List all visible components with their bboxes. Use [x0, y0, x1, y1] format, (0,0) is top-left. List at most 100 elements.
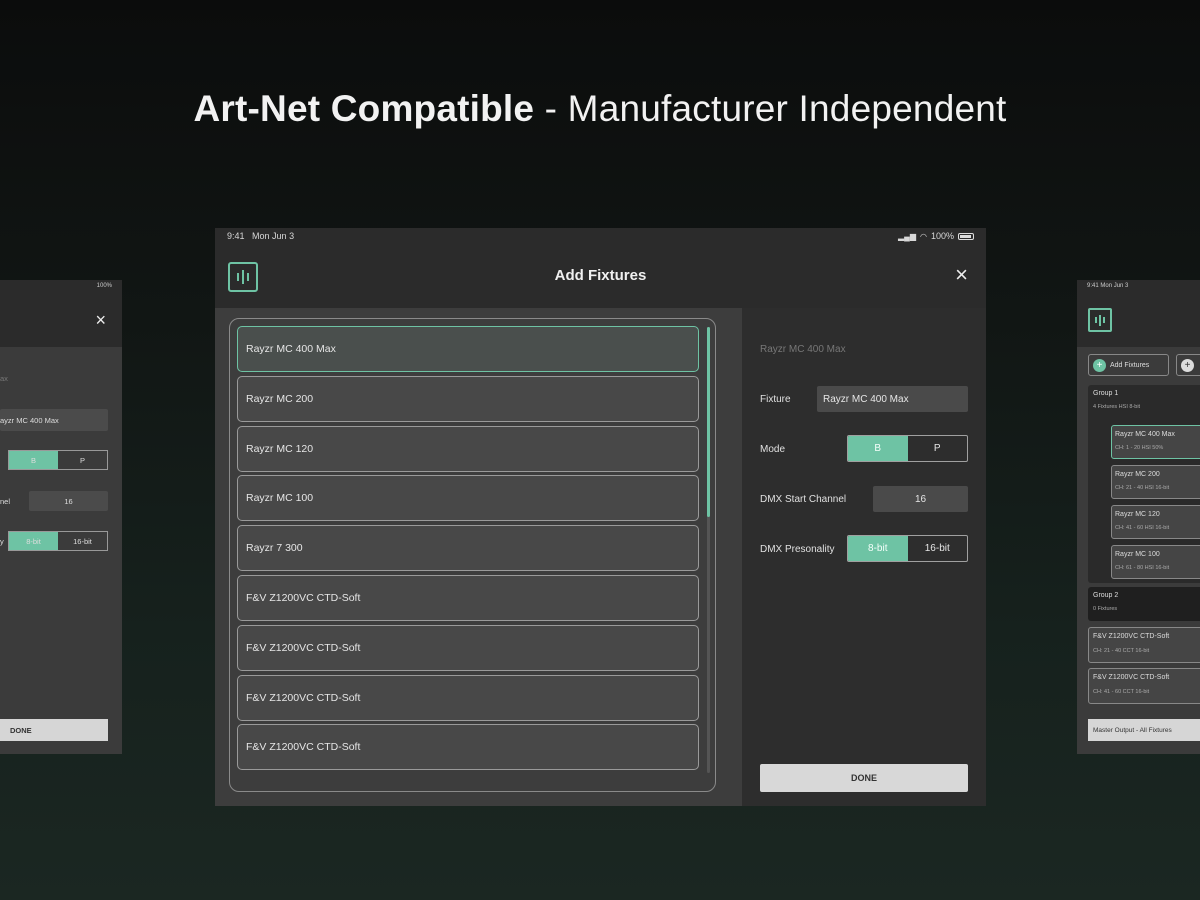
fixture-row[interactable]: Rayzr MC 400 Max: [237, 326, 699, 372]
right-panel: + Add Fixtures + Group 1 4 Fixtures HSI …: [1077, 347, 1200, 754]
fixture-select-value: Rayzr MC 400 Max: [823, 393, 909, 405]
right-status-date: Mon Jun 3: [1100, 283, 1129, 289]
left-fixture-field[interactable]: ayzr MC 400 Max: [0, 409, 108, 431]
dmx-start-value: 16: [914, 493, 927, 505]
fixture-list-frame: Rayzr MC 400 Max Rayzr MC 200 Rayzr MC 1…: [229, 318, 716, 792]
plus-circle-icon: +: [1181, 358, 1194, 372]
dmx-personality-label: DMX Presonality: [760, 544, 835, 555]
right-group1-item-sub: CH: 41 - 60 HSI 16-bit: [1115, 525, 1170, 531]
fixture-row-label: F&V Z1200VC CTD-Soft: [246, 591, 361, 604]
right-status: 9:41 Mon Jun 3: [1087, 283, 1128, 289]
right-master-output-button[interactable]: Master Output - All Fixtures: [1088, 719, 1200, 741]
plus-icon: +: [1093, 358, 1106, 372]
left-mode-p[interactable]: P: [58, 451, 107, 469]
list-scrollbar[interactable]: [707, 327, 710, 773]
left-channel-field[interactable]: 16: [29, 491, 108, 511]
scrollbar-thumb[interactable]: [707, 327, 710, 517]
right-tablet-preview: 9:41 Mon Jun 3 + Add Fixtures + Group 1 …: [1077, 280, 1200, 754]
right-group2-sub: 0 Fixtures: [1093, 606, 1118, 612]
left-done-button[interactable]: DONE: [0, 719, 108, 741]
fixture-row[interactable]: F&V Z1200VC CTD-Soft: [237, 624, 699, 671]
page-title: Add Fixtures: [554, 267, 647, 284]
right-group1-item-sub: CH: 1 - 20 HSI 50%: [1115, 445, 1164, 451]
personality-16bit[interactable]: 16-bit: [908, 536, 968, 561]
fixture-row[interactable]: F&V Z1200VC CTD-Soft: [237, 724, 699, 771]
left-channel-value: 16: [64, 496, 73, 506]
mode-option-p[interactable]: P: [908, 436, 968, 461]
header: Add Fixtures ×: [215, 244, 986, 307]
done-button[interactable]: DONE: [760, 764, 968, 792]
fixture-select[interactable]: Rayzr MC 400 Max: [817, 386, 968, 412]
fixture-label: Fixture: [760, 394, 791, 405]
fixture-row[interactable]: F&V Z1200VC CTD-Soft: [237, 674, 699, 721]
right-add-fixtures-label: Add Fixtures: [1110, 361, 1150, 369]
status-date: Mon Jun 3: [252, 231, 295, 241]
right-group1-title: Group 1: [1093, 390, 1119, 397]
right-add-group-button[interactable]: +: [1176, 354, 1200, 376]
right-fixture-item-sub: CH: 21 - 40 CCT 16-bit: [1093, 648, 1150, 654]
status-time: 9:41: [227, 231, 245, 241]
right-group1-item-sub: CH: 61 - 80 HSI 16-bit: [1115, 565, 1170, 571]
headline: Art-Net Compatible - Manufacturer Indepe…: [0, 88, 1200, 130]
fixture-row-label: F&V Z1200VC CTD-Soft: [246, 641, 361, 654]
left-selected-name: ax: [0, 374, 8, 383]
right-fixture-item-title: F&V Z1200VC CTD-Soft: [1093, 633, 1170, 640]
close-icon[interactable]: ×: [955, 264, 968, 286]
status-bar: 9:41 Mon Jun 3 ▂▄▆ ◠ 100%: [215, 228, 986, 244]
personality-8bit[interactable]: 8-bit: [848, 536, 908, 561]
right-group1-item-title: Rayzr MC 120: [1115, 511, 1160, 518]
dmx-personality-toggle[interactable]: 8-bit 16-bit: [847, 535, 968, 562]
wifi-icon: ◠: [919, 231, 927, 241]
fixture-row-label: Rayzr 7 300: [246, 542, 303, 555]
right-group1-item-sub: CH: 21 - 40 HSI 16-bit: [1115, 485, 1170, 491]
left-pers-16bit[interactable]: 16-bit: [58, 532, 107, 550]
headline-bold: Art-Net Compatible: [193, 88, 535, 129]
left-tablet-preview: 100% × ax ayzr MC 400 Max B P nel 16 y 8…: [0, 280, 122, 754]
fixture-row-label: Rayzr MC 120: [246, 442, 314, 455]
right-group1-item-title: Rayzr MC 400 Max: [1115, 431, 1175, 438]
right-group2-title: Group 2: [1093, 592, 1119, 599]
left-pers-8bit[interactable]: 8-bit: [9, 532, 58, 550]
dmx-start-label: DMX Start Channel: [760, 494, 847, 505]
right-group1-item-title: Rayzr MC 100: [1115, 551, 1160, 558]
right-add-fixtures-button[interactable]: + Add Fixtures: [1088, 354, 1169, 376]
left-close-icon[interactable]: ×: [95, 310, 106, 331]
mode-label: Mode: [760, 444, 786, 455]
fixture-row-label: F&V Z1200VC CTD-Soft: [246, 741, 361, 754]
selected-fixture-name: Rayzr MC 400 Max: [760, 344, 846, 355]
fixture-list: Rayzr MC 400 Max Rayzr MC 200 Rayzr MC 1…: [237, 326, 699, 774]
fixture-row[interactable]: Rayzr MC 200: [237, 375, 699, 422]
left-fixture-value: ayzr MC 400 Max: [0, 415, 59, 425]
battery-icon: [958, 232, 974, 240]
main-tablet: 9:41 Mon Jun 3 ▂▄▆ ◠ 100% Add Fixtures ×…: [215, 228, 986, 806]
fixture-row-label: Rayzr MC 200: [246, 392, 314, 405]
fixture-row[interactable]: Rayzr MC 120: [237, 425, 699, 472]
right-group1-sub: 4 Fixtures HSI 8-bit: [1093, 404, 1141, 410]
right-status-time: 9:41: [1087, 283, 1099, 289]
fixture-row-label: Rayzr MC 400 Max: [246, 343, 336, 355]
right-group1-item-title: Rayzr MC 200: [1115, 471, 1160, 478]
right-fixture-item-sub: CH: 41 - 60 CCT 16-bit: [1093, 689, 1150, 695]
left-panel: ax ayzr MC 400 Max B P nel 16 y 8-bit 16…: [0, 347, 122, 754]
fixture-row-label: Rayzr MC 100: [246, 492, 314, 505]
left-channel-label: nel: [0, 497, 11, 506]
fixture-settings-panel: Rayzr MC 400 Max Fixture Rayzr MC 400 Ma…: [742, 308, 986, 806]
left-status-battery: 100%: [96, 283, 112, 289]
right-logo-icon: [1088, 308, 1112, 332]
battery-percent: 100%: [930, 231, 954, 241]
dmx-start-input[interactable]: 16: [873, 486, 968, 512]
signal-icon: ▂▄▆: [898, 231, 916, 241]
fixture-row[interactable]: Rayzr 7 300: [237, 525, 699, 572]
left-mode-toggle[interactable]: B P: [8, 450, 108, 470]
app-logo-icon: [228, 262, 258, 292]
left-mode-b[interactable]: B: [9, 451, 58, 469]
fixture-list-panel: Rayzr MC 400 Max Rayzr MC 200 Rayzr MC 1…: [215, 308, 742, 806]
right-fixture-item-title: F&V Z1200VC CTD-Soft: [1093, 674, 1170, 681]
left-personality-label: y: [0, 537, 4, 546]
left-personality-toggle[interactable]: 8-bit 16-bit: [8, 531, 108, 551]
headline-light: - Manufacturer Independent: [534, 88, 1007, 129]
fixture-row[interactable]: F&V Z1200VC CTD-Soft: [237, 574, 699, 621]
fixture-row[interactable]: Rayzr MC 100: [237, 475, 699, 522]
mode-toggle[interactable]: B P: [847, 435, 968, 462]
mode-option-b[interactable]: B: [848, 436, 908, 461]
